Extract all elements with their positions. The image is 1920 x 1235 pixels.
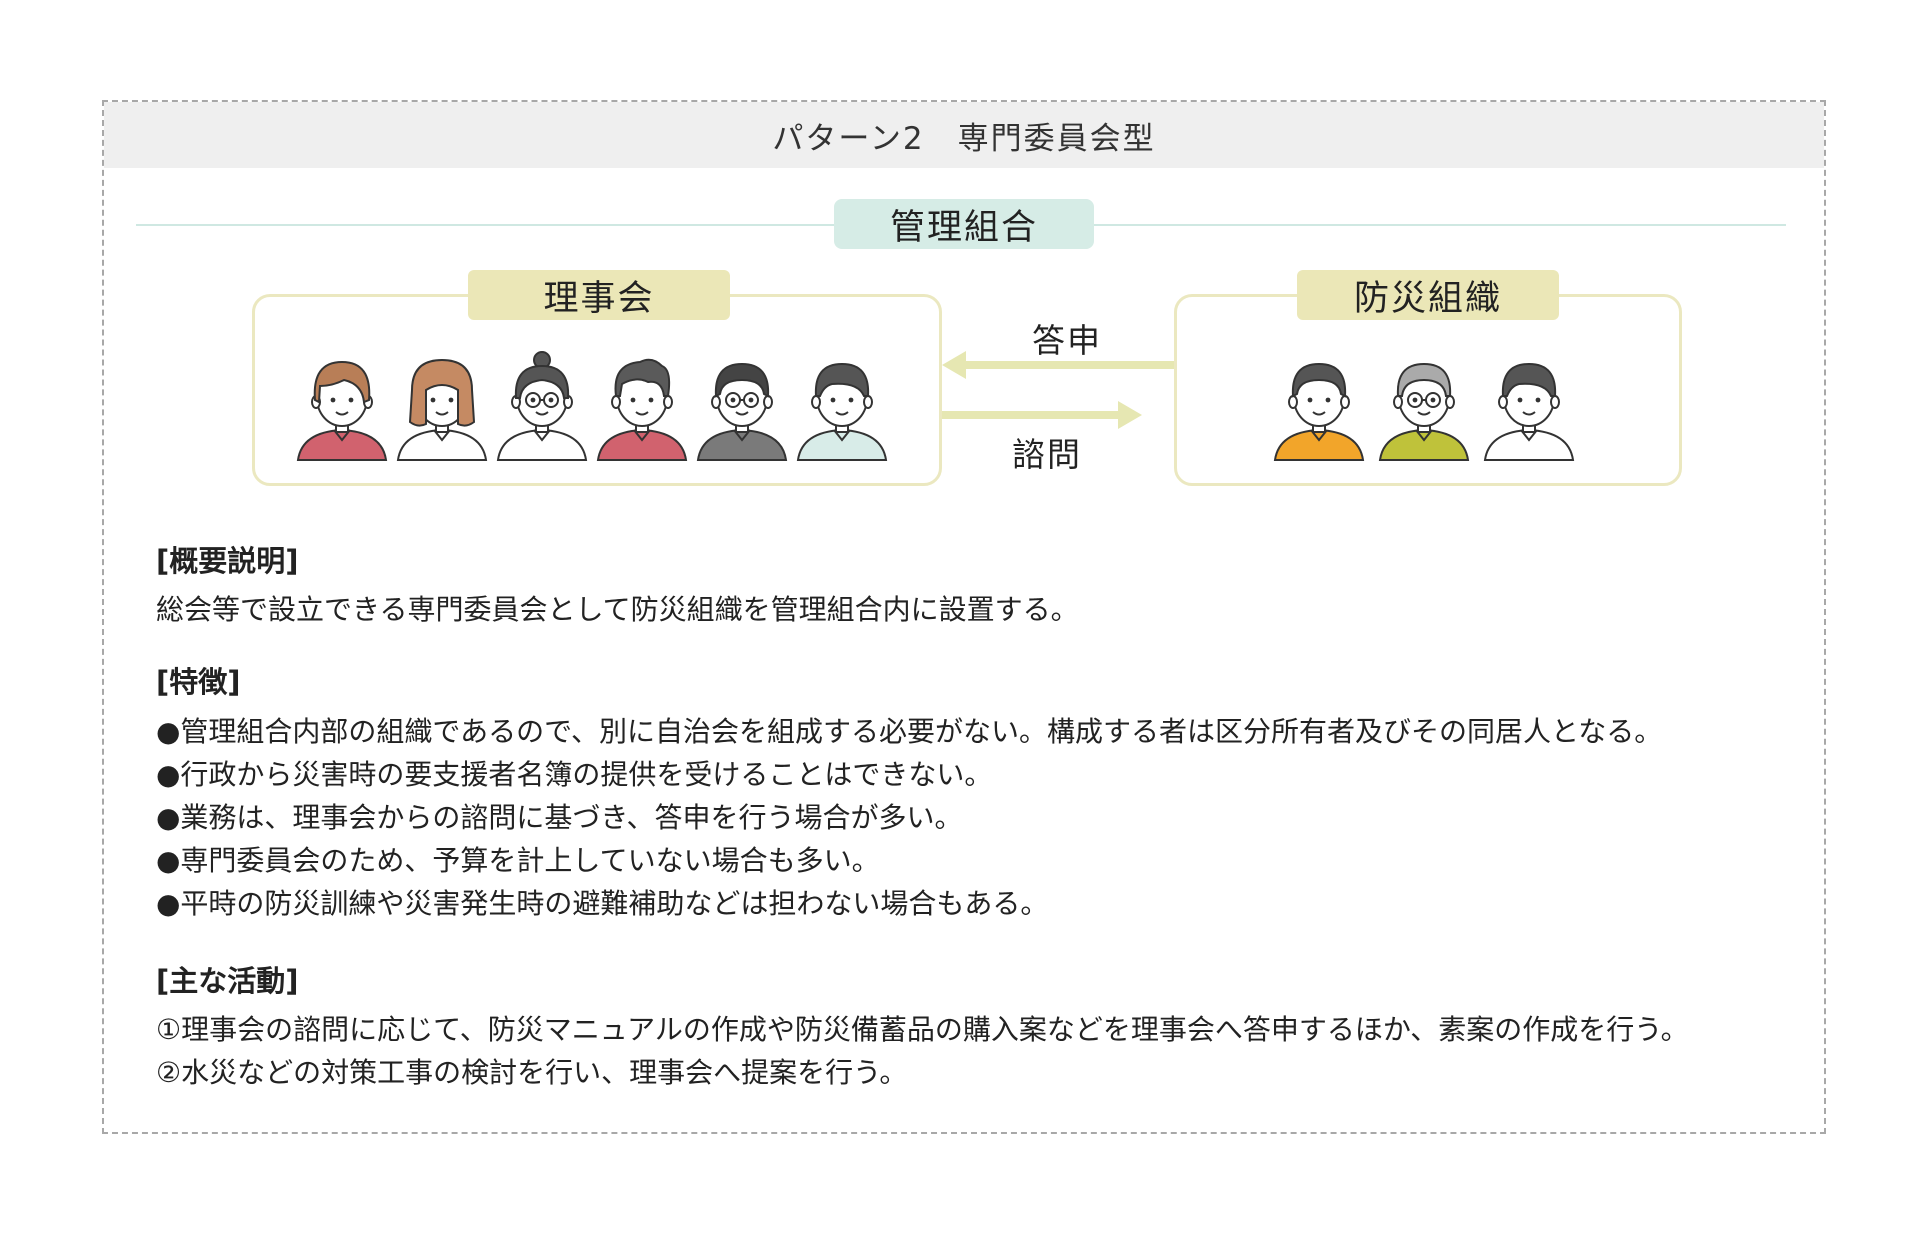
person-icon xyxy=(296,360,388,461)
person-icon xyxy=(396,358,488,461)
answer-label: 答申 xyxy=(1032,321,1102,360)
feature-item: ●管理組合内部の組織であるので、別に自治会を組成する必要がない。構成する者は区分… xyxy=(156,715,1663,748)
person-icon xyxy=(496,351,588,461)
activity-item: ②水災などの対策工事の検討を行い、理事会へ提案を行う。 xyxy=(156,1056,908,1089)
summary-text: 総会等で設立できる専門委員会として防災組織を管理組合内に設置する。 xyxy=(156,593,1079,626)
person-icon xyxy=(1483,362,1575,461)
person-icon xyxy=(1378,362,1470,461)
management-association-label: 管理組合 xyxy=(834,199,1094,249)
feature-item: ●専門委員会のため、予算を計上していない場合も多い。 xyxy=(156,844,880,877)
person-icon xyxy=(796,362,888,461)
person-icon xyxy=(1273,362,1365,461)
arrow-right xyxy=(942,401,1142,429)
pattern-title: パターン2 専門委員会型 xyxy=(104,102,1824,168)
pattern-frame: パターン2 専門委員会型 管理組合 理事会 防災組織 答申 諮問 [概要説明] … xyxy=(102,100,1826,1134)
feature-item: ●業務は、理事会からの諮問に基づき、答申を行う場合が多い。 xyxy=(156,801,963,834)
inquiry-label: 諮問 xyxy=(1012,435,1082,474)
activities-heading: [主な活動] xyxy=(156,964,299,998)
summary-heading: [概要説明] xyxy=(156,544,299,578)
features-heading: [特徴] xyxy=(156,665,241,699)
board-label: 理事会 xyxy=(468,270,730,320)
disaster-label: 防災組織 xyxy=(1297,270,1559,320)
activity-item: ①理事会の諮問に応じて、防災マニュアルの作成や防災備蓄品の購入案などを理事会へ答… xyxy=(156,1013,1689,1046)
feature-item: ●行政から災害時の要支援者名簿の提供を受けることはできない。 xyxy=(156,758,993,791)
person-icon xyxy=(596,358,688,461)
person-icon xyxy=(696,362,788,461)
feature-item: ●平時の防災訓練や災害発生時の避難補助などは担わない場合もある。 xyxy=(156,887,1049,920)
